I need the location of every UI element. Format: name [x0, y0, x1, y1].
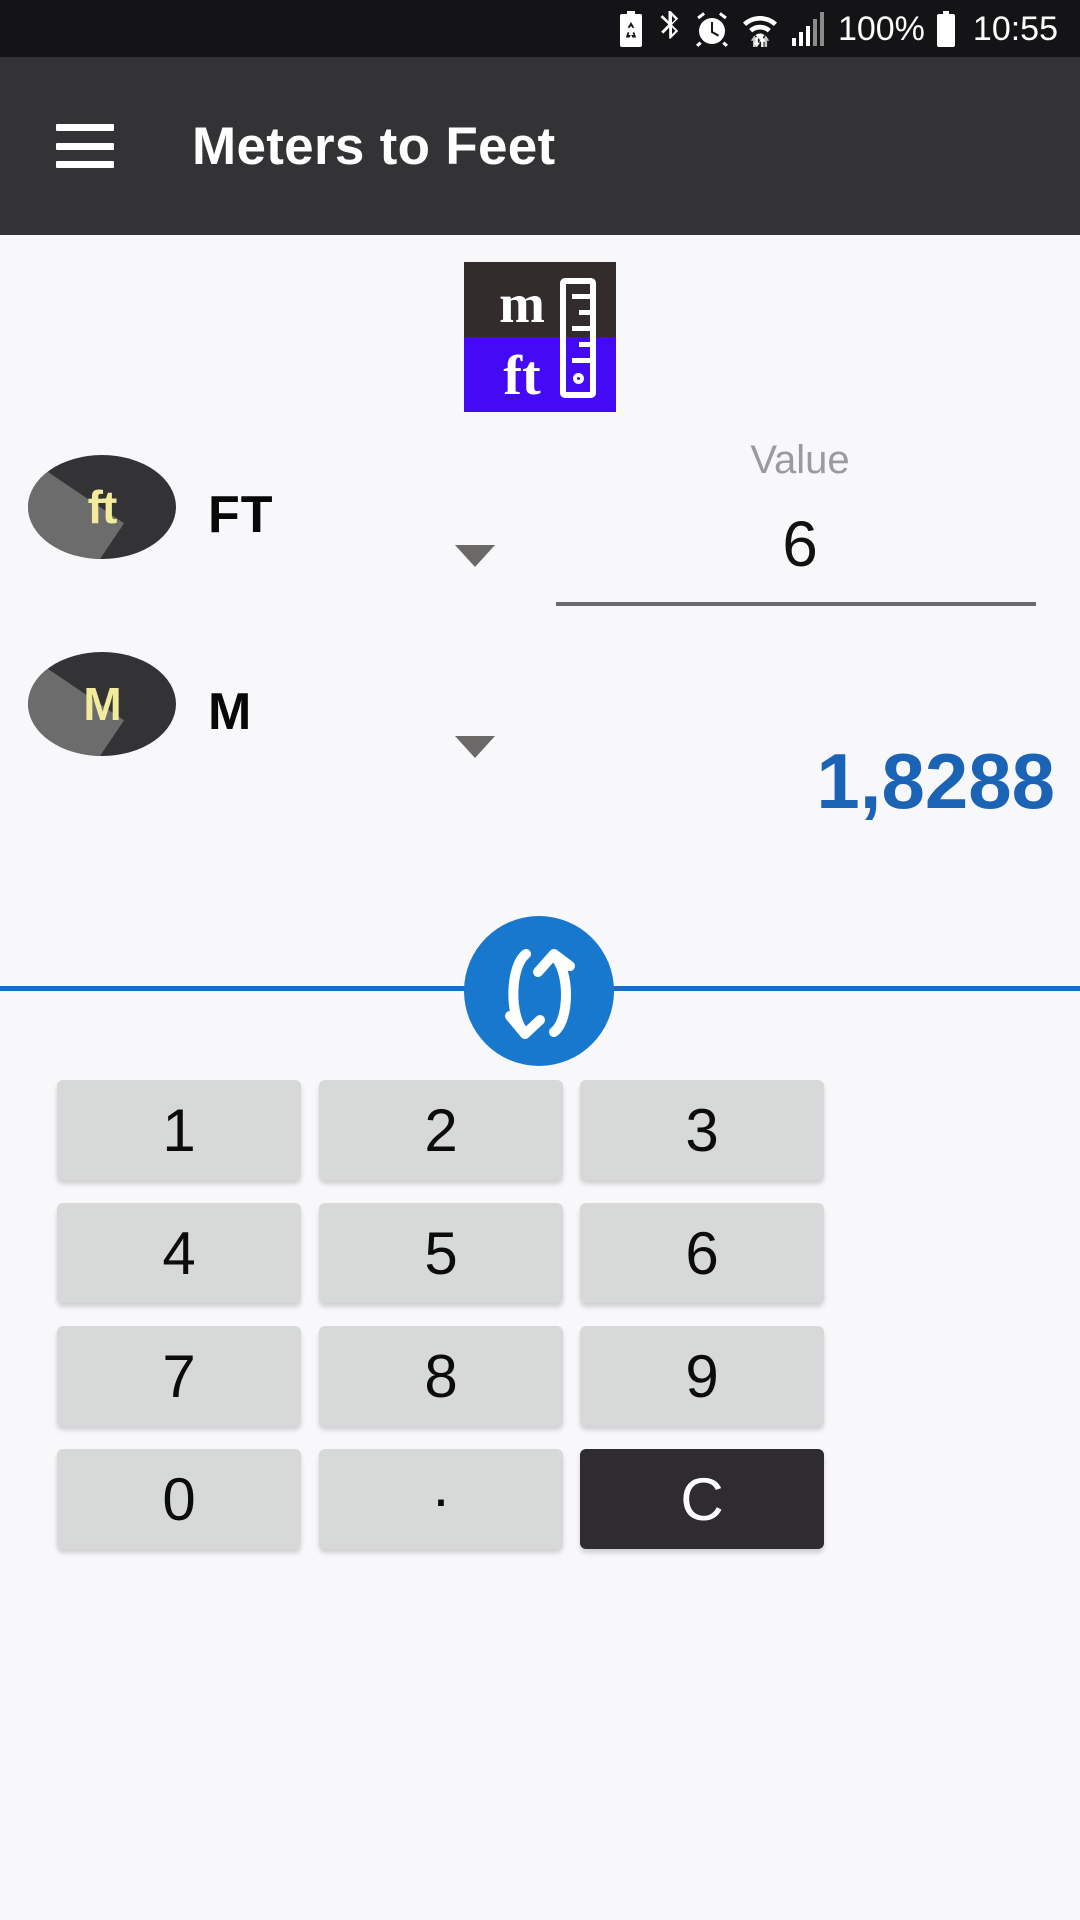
key-8[interactable]: 8: [319, 1326, 563, 1426]
key-4[interactable]: 4: [57, 1203, 301, 1303]
keypad-row: 4 5 6: [0, 1203, 1080, 1326]
ruler-icon: [560, 278, 596, 398]
page-title: Meters to Feet: [192, 116, 556, 177]
from-unit-badge-label: ft: [28, 455, 176, 559]
wifi-data-icon: [742, 11, 778, 47]
app-logo: m ft: [464, 262, 616, 412]
battery-icon: [936, 11, 956, 47]
hamburger-bar: [56, 143, 114, 150]
keypad-row: 1 2 3: [0, 1080, 1080, 1203]
hamburger-menu-icon[interactable]: [56, 124, 114, 168]
conversion-result: 1,8288: [460, 726, 1055, 836]
key-5[interactable]: 5: [319, 1203, 563, 1303]
numeric-keypad: 1 2 3 4 5 6 7 8 9 0 . C: [0, 1080, 1080, 1572]
value-input-underline: [556, 602, 1036, 606]
logo-ft-text: ft: [472, 348, 572, 404]
keypad-row: 7 8 9: [0, 1326, 1080, 1449]
ruler-dot: [573, 373, 584, 384]
logo-m-text: m: [472, 276, 572, 331]
alarm-icon: [695, 11, 729, 47]
hamburger-bar: [56, 161, 114, 168]
from-unit-chevron-down-icon[interactable]: [455, 545, 495, 567]
app-root: 100% 10:55 Meters to Feet m ft: [0, 0, 1080, 1920]
swap-units-button[interactable]: [464, 916, 614, 1066]
key-7[interactable]: 7: [57, 1326, 301, 1426]
key-1[interactable]: 1: [57, 1080, 301, 1180]
hamburger-bar: [56, 124, 114, 131]
key-6[interactable]: 6: [580, 1203, 824, 1303]
key-9[interactable]: 9: [580, 1326, 824, 1426]
status-bar-clock: 10:55: [973, 12, 1058, 46]
key-0[interactable]: 0: [57, 1449, 301, 1549]
swap-arrows-icon: [464, 916, 614, 1066]
key-decimal[interactable]: .: [319, 1449, 563, 1549]
app-toolbar: Meters to Feet: [0, 57, 1080, 235]
from-unit-label: FT: [208, 485, 274, 545]
key-3[interactable]: 3: [580, 1080, 824, 1180]
to-unit-badge-label: M: [28, 652, 176, 756]
to-unit-badge-icon: M: [28, 652, 176, 756]
battery-saver-icon: [618, 11, 644, 47]
signal-icon: [791, 11, 825, 47]
bluetooth-icon: [657, 11, 682, 47]
from-unit-badge-icon: ft: [28, 455, 176, 559]
key-clear[interactable]: C: [580, 1449, 824, 1549]
to-unit-label: M: [208, 682, 252, 742]
status-bar: 100% 10:55: [0, 0, 1080, 57]
battery-percent-label: 100%: [838, 12, 925, 46]
keypad-row: 0 . C: [0, 1449, 1080, 1572]
key-2[interactable]: 2: [319, 1080, 563, 1180]
value-input[interactable]: 6: [560, 496, 1040, 592]
value-field-label: Value: [560, 438, 1040, 483]
